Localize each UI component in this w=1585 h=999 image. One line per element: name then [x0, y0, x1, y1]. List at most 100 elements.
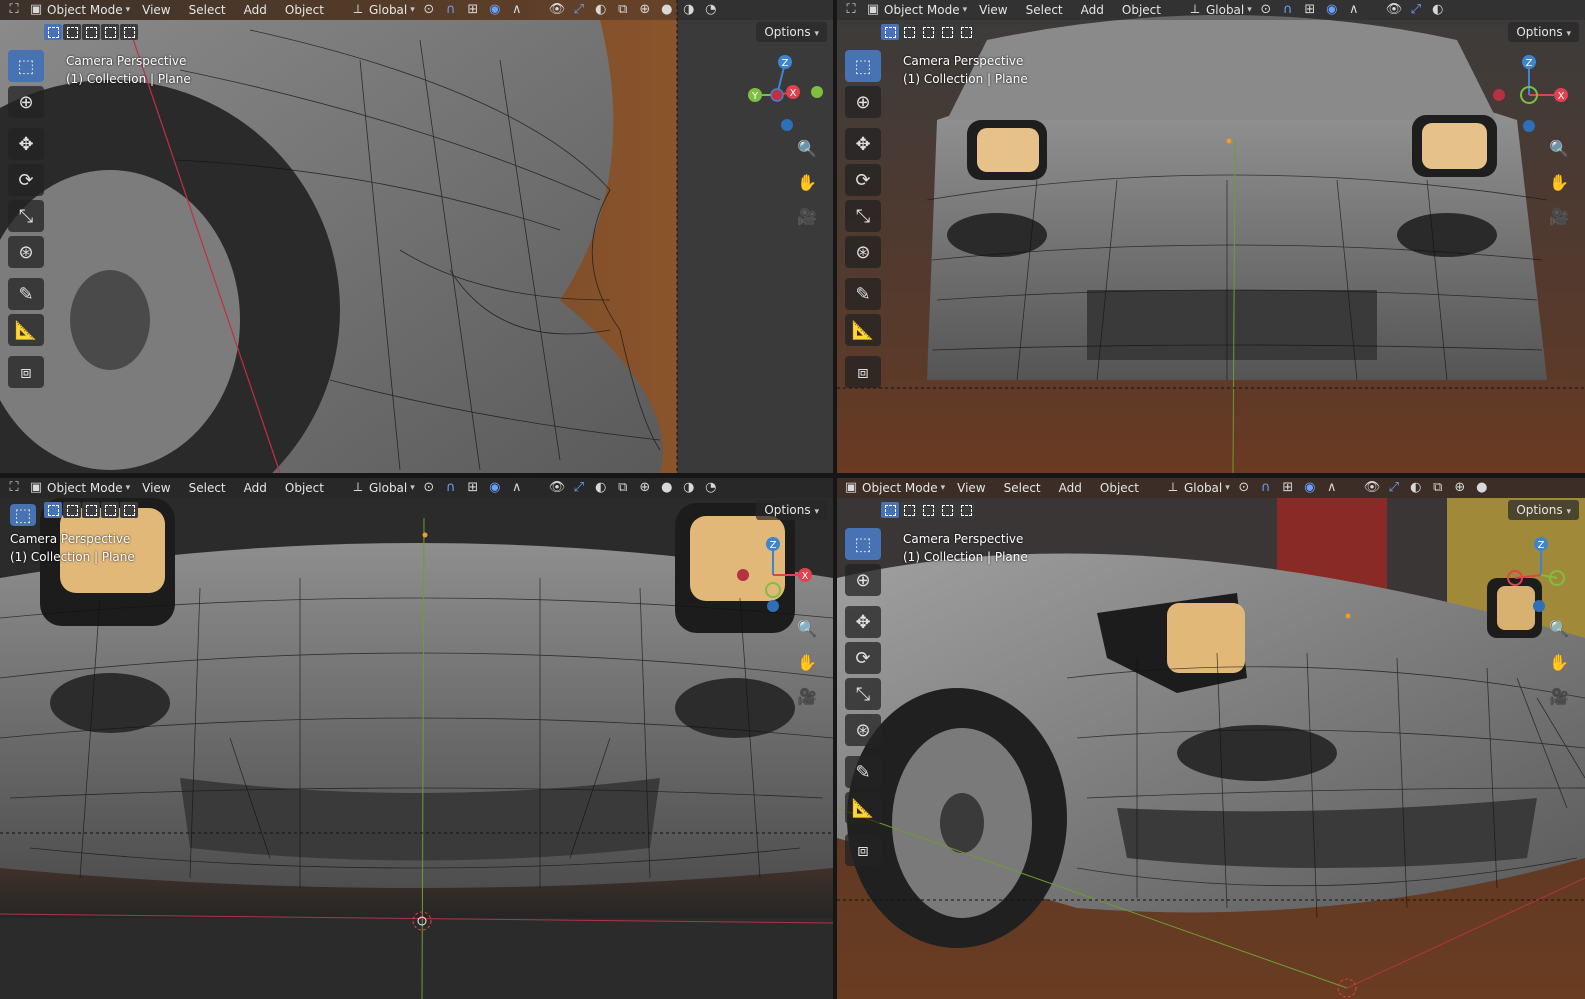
snap-target-icon[interactable]: ⊞: [465, 2, 481, 18]
select-invert-icon[interactable]: [120, 24, 138, 40]
gizmo-neg-x-icon[interactable]: [770, 88, 784, 102]
menu-object[interactable]: Object: [279, 3, 330, 17]
menu-select[interactable]: Select: [1020, 3, 1069, 17]
add-cube-tool[interactable]: ⧈: [8, 356, 44, 388]
snap-target-icon[interactable]: ⊞: [465, 480, 481, 496]
viewport-bottom-right[interactable]: ▣ Object Mode ▾ View Select Add Object ⟂ Gl…: [837, 478, 1585, 999]
annotate-tool[interactable]: ✎: [8, 278, 44, 310]
zoom-icon[interactable]: 🔍: [1547, 616, 1571, 640]
options-button[interactable]: Options ▾: [1508, 500, 1579, 520]
select-new-icon[interactable]: [881, 24, 899, 40]
gizmo-y-icon[interactable]: [765, 582, 781, 598]
visibility-icon[interactable]: 👁: [1364, 480, 1381, 496]
menu-add[interactable]: Add: [238, 3, 273, 17]
visibility-icon[interactable]: 👁: [1386, 2, 1403, 18]
select-invert-icon[interactable]: [957, 24, 975, 40]
proportional-edit-icon[interactable]: ◉: [1324, 2, 1340, 18]
viewport-divider-horizontal[interactable]: [0, 473, 1585, 478]
orientation-selector[interactable]: ⟂ Global ▾: [1165, 480, 1230, 496]
cursor-tool[interactable]: ⊕: [8, 86, 44, 118]
menu-select[interactable]: Select: [998, 481, 1047, 495]
select-box-tool[interactable]: ⬚: [8, 50, 44, 82]
select-extend-icon[interactable]: [900, 502, 918, 518]
hand-pan-icon[interactable]: ✋: [795, 650, 819, 674]
falloff-icon[interactable]: ∧: [1324, 480, 1340, 496]
snap-icon[interactable]: ∩: [1280, 2, 1296, 18]
navigation-gizmo[interactable]: Z: [1493, 530, 1583, 620]
rendered-shading-icon[interactable]: ◔: [703, 480, 719, 496]
select-extend-icon[interactable]: [900, 24, 918, 40]
editor-type-icon[interactable]: ⛶: [6, 480, 22, 496]
transform-tool[interactable]: ⊛: [845, 714, 881, 746]
pivot-icon[interactable]: ⊙: [1236, 480, 1252, 496]
transform-tool[interactable]: ⊛: [845, 236, 881, 268]
zoom-icon[interactable]: 🔍: [795, 616, 819, 640]
mode-selector[interactable]: ▣ Object Mode ▾: [28, 2, 130, 18]
pivot-icon[interactable]: ⊙: [1258, 2, 1274, 18]
overlay-icon[interactable]: ◐: [1430, 2, 1446, 18]
snap-target-icon[interactable]: ⊞: [1280, 480, 1296, 496]
navigation-gizmo[interactable]: Z X: [1489, 50, 1579, 140]
select-box-tool[interactable]: ⬚: [845, 50, 881, 82]
navigation-gizmo[interactable]: Z X Y: [737, 50, 827, 140]
gizmo-neg-x-icon[interactable]: [737, 569, 749, 581]
orientation-selector[interactable]: ⟂ Global ▾: [350, 480, 415, 496]
select-intersect-icon[interactable]: [938, 502, 956, 518]
viewport-top-right[interactable]: ⛶ ▣ Object Mode ▾ View Select Add Object ⟂…: [837, 0, 1585, 473]
visibility-icon[interactable]: 👁: [549, 2, 566, 18]
select-invert-icon[interactable]: [120, 502, 138, 518]
menu-select[interactable]: Select: [183, 481, 232, 495]
select-new-icon[interactable]: [44, 502, 62, 518]
menu-select[interactable]: Select: [183, 3, 232, 17]
options-button[interactable]: Options ▾: [756, 22, 827, 42]
overlay-icon[interactable]: ◐: [593, 480, 609, 496]
zoom-icon[interactable]: 🔍: [795, 136, 819, 160]
camera-view-icon[interactable]: 🎥: [795, 684, 819, 708]
falloff-icon[interactable]: ∧: [1346, 2, 1362, 18]
annotate-tool[interactable]: ✎: [845, 278, 881, 310]
hand-pan-icon[interactable]: ✋: [1547, 650, 1571, 674]
snap-icon[interactable]: ∩: [1258, 480, 1274, 496]
visibility-icon[interactable]: 👁: [549, 480, 566, 496]
hand-pan-icon[interactable]: ✋: [795, 170, 819, 194]
move-tool[interactable]: ✥: [845, 128, 881, 160]
move-tool[interactable]: ✥: [8, 128, 44, 160]
xray-icon[interactable]: ⧉: [1430, 480, 1446, 496]
mode-selector[interactable]: ▣ Object Mode ▾: [28, 480, 130, 496]
camera-view-icon[interactable]: 🎥: [795, 204, 819, 228]
gizmo-neg-z-icon[interactable]: [1523, 120, 1535, 132]
options-button[interactable]: Options ▾: [756, 500, 827, 520]
pivot-icon[interactable]: ⊙: [421, 2, 437, 18]
menu-view[interactable]: View: [136, 3, 176, 17]
menu-add[interactable]: Add: [238, 481, 273, 495]
menu-object[interactable]: Object: [279, 481, 330, 495]
falloff-icon[interactable]: ∧: [509, 2, 525, 18]
solid-shading-icon[interactable]: ●: [659, 480, 675, 496]
snap-icon[interactable]: ∩: [443, 2, 459, 18]
material-shading-icon[interactable]: ◑: [681, 480, 697, 496]
xray-icon[interactable]: ⧉: [615, 480, 631, 496]
measure-tool[interactable]: 📐: [8, 314, 44, 346]
viewport-divider-vertical[interactable]: [833, 0, 837, 999]
orientation-selector[interactable]: ⟂ Global ▾: [350, 2, 415, 18]
navigation-gizmo[interactable]: Z X: [733, 530, 823, 620]
mode-selector[interactable]: ▣ Object Mode ▾: [843, 480, 945, 496]
menu-add[interactable]: Add: [1053, 481, 1088, 495]
menu-object[interactable]: Object: [1094, 481, 1145, 495]
mode-selector[interactable]: ▣ Object Mode ▾: [865, 2, 967, 18]
add-cube-tool[interactable]: ⧈: [845, 834, 881, 866]
scale-tool[interactable]: ⤡: [845, 200, 881, 232]
solid-shading-icon[interactable]: ●: [659, 2, 675, 18]
move-tool[interactable]: ✥: [845, 606, 881, 638]
overlay-icon[interactable]: ◐: [593, 2, 609, 18]
options-button[interactable]: Options ▾: [1508, 22, 1579, 42]
gizmo-toggle-icon[interactable]: ⤢: [1386, 480, 1402, 496]
hand-pan-icon[interactable]: ✋: [1547, 170, 1571, 194]
select-intersect-icon[interactable]: [101, 24, 119, 40]
zoom-icon[interactable]: 🔍: [1547, 136, 1571, 160]
menu-view[interactable]: View: [951, 481, 991, 495]
select-intersect-icon[interactable]: [938, 24, 956, 40]
xray-icon[interactable]: ⧉: [615, 2, 631, 18]
gizmo-toggle-icon[interactable]: ⤢: [1408, 2, 1424, 18]
gizmo-toggle-icon[interactable]: ⤢: [571, 480, 587, 496]
